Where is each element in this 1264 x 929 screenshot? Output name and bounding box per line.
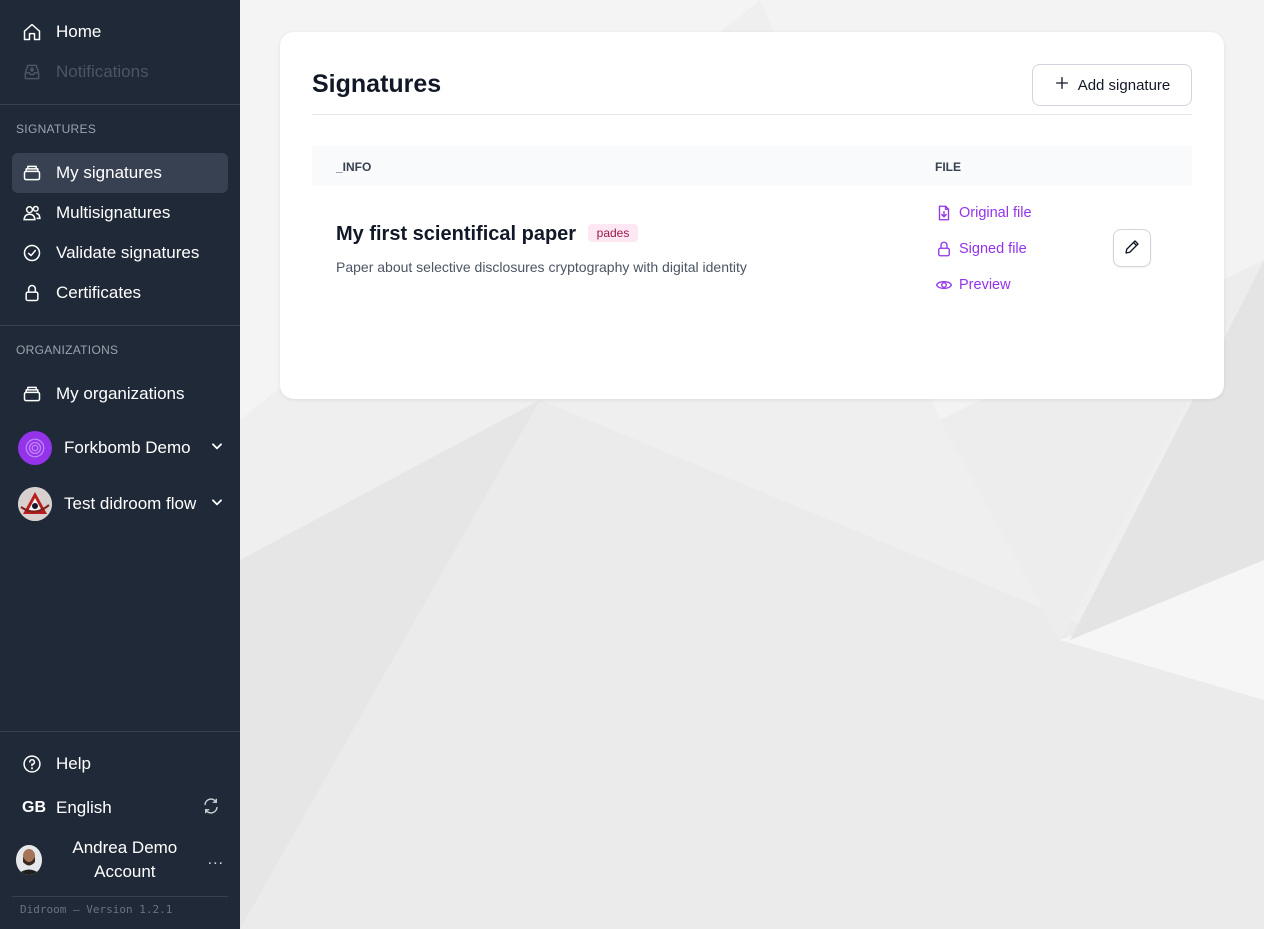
nav-my-organizations[interactable]: My organizations: [12, 374, 228, 414]
user-name: Andrea Demo Account: [72, 838, 178, 881]
stack-icon: [22, 384, 42, 404]
nav-validate-signatures-label: Validate signatures: [56, 243, 200, 262]
card-divider: [312, 114, 1192, 115]
section-label-organizations: ORGANIZATIONS: [16, 343, 119, 357]
version-label: Didroom – Version 1.2.1: [12, 896, 228, 916]
nav-notifications[interactable]: Notifications: [12, 52, 228, 92]
signature-title: My first scientifical paper pades: [336, 223, 639, 246]
add-signature-label: Add signature: [1077, 76, 1171, 94]
user-account[interactable]: Andrea Demo Account ...: [16, 836, 228, 884]
column-header-info: _INFO: [336, 160, 372, 174]
nav-validate-signatures[interactable]: Validate signatures: [12, 233, 228, 273]
chevron-down-icon[interactable]: [210, 438, 224, 458]
chevron-down-icon[interactable]: [210, 494, 224, 514]
check-circle-icon: [22, 243, 42, 263]
home-icon: [22, 22, 42, 42]
language-code: GB: [22, 799, 46, 816]
users-icon: [22, 203, 42, 223]
plus-icon: [1054, 75, 1070, 95]
org-test-didroom-flow[interactable]: Test didroom flow: [18, 486, 228, 522]
signed-file-label: Signed file: [959, 241, 1027, 257]
file-download-icon: [935, 204, 953, 222]
nav-notifications-label: Notifications: [56, 62, 149, 81]
org-avatar: [18, 431, 52, 465]
nav-help-label: Help: [56, 754, 91, 773]
lock-icon: [22, 283, 42, 303]
nav-my-signatures[interactable]: My signatures: [12, 153, 228, 193]
signatures-card: Signatures Add signature _INFO FILE My f…: [280, 32, 1224, 399]
page-title: Signatures: [312, 70, 442, 98]
table-header: _INFO FILE: [312, 146, 1192, 186]
inbox-icon: [22, 62, 42, 82]
sidebar: Home Notifications SIGNATURES My signatu…: [0, 0, 240, 929]
org-avatar: [18, 487, 52, 521]
signature-title-text: My first scientifical paper: [336, 223, 577, 245]
lock-icon: [935, 240, 953, 258]
language-selector[interactable]: GB English: [12, 788, 228, 828]
sidebar-divider: [0, 104, 240, 105]
original-file-label: Original file: [959, 205, 1032, 221]
signature-description: Paper about selective disclosures crypto…: [336, 259, 747, 275]
pencil-icon: [1123, 238, 1141, 259]
signature-type-badge: pades: [587, 224, 639, 242]
refresh-icon[interactable]: [202, 797, 220, 820]
preview-link[interactable]: Preview: [935, 274, 1011, 296]
sidebar-divider: [0, 731, 240, 732]
nav-multisignatures[interactable]: Multisignatures: [12, 193, 228, 233]
nav-certificates[interactable]: Certificates: [12, 273, 228, 313]
nav-my-signatures-label: My signatures: [56, 163, 162, 182]
add-signature-button[interactable]: Add signature: [1032, 64, 1192, 106]
avatar: [16, 845, 42, 875]
org-forkbomb-demo[interactable]: Forkbomb Demo: [18, 430, 228, 466]
help-icon: [22, 754, 42, 774]
nav-help[interactable]: Help: [12, 744, 228, 784]
original-file-link[interactable]: Original file: [935, 202, 1032, 224]
stack-icon: [22, 163, 42, 183]
preview-label: Preview: [959, 277, 1011, 293]
edit-button[interactable]: [1113, 229, 1151, 267]
column-header-file: FILE: [935, 160, 961, 174]
sidebar-divider: [0, 325, 240, 326]
more-icon[interactable]: ...: [208, 851, 224, 869]
main-content: Signatures Add signature _INFO FILE My f…: [240, 0, 1264, 929]
signed-file-link[interactable]: Signed file: [935, 238, 1027, 260]
org-name: Forkbomb Demo: [64, 438, 191, 457]
eye-icon: [935, 276, 953, 294]
org-name: Test didroom flow: [64, 494, 197, 513]
language-name: English: [56, 798, 112, 817]
nav-home-label: Home: [56, 22, 102, 41]
section-label-signatures: SIGNATURES: [16, 122, 97, 136]
nav-my-organizations-label: My organizations: [56, 384, 185, 403]
nav-certificates-label: Certificates: [56, 283, 142, 302]
nav-home[interactable]: Home: [12, 12, 228, 52]
nav-multisignatures-label: Multisignatures: [56, 203, 171, 222]
